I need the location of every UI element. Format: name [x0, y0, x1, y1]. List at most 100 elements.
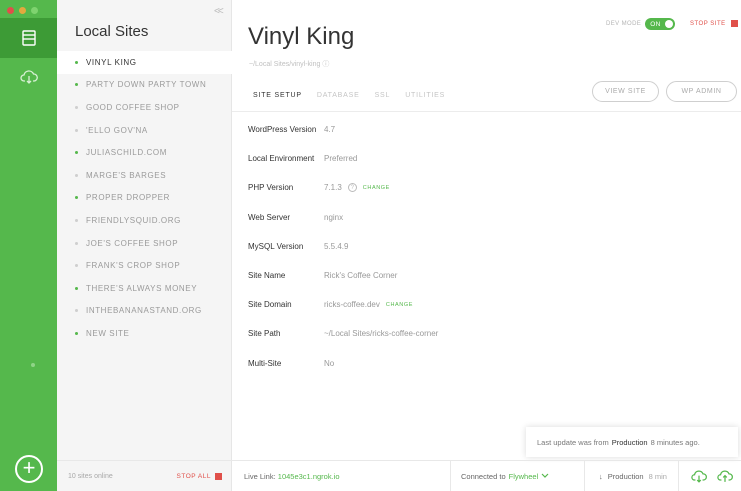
sidebar-site-item[interactable]: THERE'S ALWAYS MONEY [57, 277, 232, 300]
tab-ssl[interactable]: SSL [375, 92, 391, 99]
sidebar-site-item[interactable]: FRIENDLYSQUID.ORG [57, 209, 232, 232]
window-controls [7, 7, 38, 14]
add-site-button[interactable]: + [15, 455, 43, 483]
sidebar-site-item[interactable]: PROPER DROPPER [57, 187, 232, 210]
sidebar-site-item[interactable]: MARGE'S BARGES [57, 164, 232, 187]
site-item-label: GOOD COFFEE SHOP [86, 102, 180, 112]
sites-online-count: 10 sites online [68, 472, 113, 480]
site-status-dot [75, 60, 78, 64]
site-status-dot [75, 264, 78, 268]
sites-footer: 10 sites online STOP ALL [57, 460, 232, 491]
change-link[interactable]: CHANGE [363, 185, 390, 191]
sidebar-site-item[interactable]: 'ELLO GOV'NA [57, 119, 232, 142]
cloud-push-icon[interactable] [717, 470, 733, 483]
info-row: Site Name Rick's Coffee Corner [232, 261, 741, 290]
connection-status[interactable]: Connected to Flywheel [450, 461, 584, 491]
info-value-text: No [324, 358, 335, 368]
reveal-folder-icon[interactable]: ⓘ [322, 61, 329, 68]
info-value-text: nginx [324, 212, 344, 222]
site-item-label: FRANK'S CROP SHOP [86, 261, 181, 271]
site-item-label: 'ELLO GOV'NA [86, 125, 148, 135]
site-item-label: PROPER DROPPER [86, 193, 170, 203]
site-status-dot [75, 173, 78, 177]
site-item-label: THERE'S ALWAYS MONEY [86, 283, 198, 293]
site-item-label: JOE'S COFFEE SHOP [86, 238, 179, 248]
site-status-dot [75, 286, 78, 290]
info-value: nginx [324, 213, 343, 222]
info-row: Site Path ~/Local Sites/ricks-coffee-corn… [232, 319, 741, 348]
dev-mode-toggle[interactable]: ON [645, 18, 676, 30]
info-value-text: ~/Local Sites/ricks-coffee-corner [324, 329, 439, 339]
sidebar-site-item[interactable]: GOOD COFFEE SHOP [57, 96, 232, 119]
sites-nav-button[interactable] [0, 18, 57, 58]
site-item-label: VINYL KING [86, 57, 137, 67]
toast-prefix: Last update was from [537, 437, 609, 447]
site-status-dot [75, 331, 78, 335]
help-icon[interactable]: ? [347, 183, 357, 193]
status-bar: Live Link: 1045e3c1.ngrok.io Connected t… [232, 460, 741, 491]
site-path-text: ~/Local Sites/vinyl-king [249, 61, 321, 68]
toast-source: Production [611, 437, 648, 447]
sidebar-site-item[interactable]: NEW SITE [57, 322, 232, 345]
tab-utilities[interactable]: UTILITIES [405, 92, 445, 99]
sites-panel: << Local Sites VINYL KING PARTY DOWN PART… [57, 0, 232, 491]
sites-panel-title: Local Sites [75, 23, 149, 40]
info-label: WordPress Version [248, 125, 317, 135]
live-link: Live Link: 1045e3c1.ngrok.io [232, 472, 450, 481]
change-link[interactable]: CHANGE [386, 302, 413, 308]
tab-site-setup[interactable]: SITE SETUP [253, 92, 302, 99]
sidebar-site-item[interactable]: JOE'S COFFEE SHOP [57, 232, 232, 255]
site-status-dot [75, 218, 78, 222]
info-label: Site Path [248, 329, 281, 339]
info-value: No [324, 359, 334, 368]
rail-indicator-dot [31, 363, 35, 367]
sync-toast: Last update was from Production 8 minute… [526, 427, 738, 457]
wp-admin-button[interactable]: WP ADMIN [666, 81, 737, 102]
info-label: PHP Version [248, 183, 294, 193]
app-rail: + [0, 0, 57, 491]
sidebar-site-item[interactable]: PARTY DOWN PARTY TOWN [57, 74, 232, 97]
stop-all-button[interactable]: STOP ALL [176, 472, 222, 480]
sidebar-site-item[interactable]: JULIASCHILD.COM [57, 141, 232, 164]
site-status-dot [75, 196, 78, 200]
sidebar-site-item[interactable]: FRANK'S CROP SHOP [57, 254, 232, 277]
tab-database[interactable]: DATABASE [317, 92, 360, 99]
chevron-down-icon [541, 473, 549, 478]
site-info-table: WordPress Version 4.7 Local Environment Pre… [232, 115, 741, 378]
view-site-button[interactable]: VIEW SITE [592, 81, 659, 102]
info-label: Local Environment [248, 154, 315, 164]
info-label: MySQL Version [248, 241, 304, 251]
site-item-label: FRIENDLYSQUID.ORG [86, 215, 181, 225]
info-row: WordPress Version 4.7 [232, 115, 741, 144]
sidebar-site-item[interactable]: INTHEBANANASTAND.ORG [57, 300, 232, 323]
environment-status[interactable]: ↓ Production 8 min [584, 461, 678, 491]
dev-mode-label: DEV MODE [606, 21, 642, 27]
info-label: Web Server [248, 212, 291, 222]
live-link-url[interactable]: 1045e3c1.ngrok.io [278, 472, 340, 481]
info-row: Site Domain ricks-coffee.dev CHANGE [232, 290, 741, 319]
site-status-dot [75, 151, 78, 155]
connect-nav-button[interactable] [0, 63, 57, 91]
cloud-pull-icon[interactable] [691, 470, 707, 483]
site-list: VINYL KING PARTY DOWN PARTY TOWN GOOD COFF… [57, 51, 232, 345]
toast-suffix: 8 minutes ago. [650, 437, 700, 447]
info-value-text: ricks-coffee.dev [324, 300, 380, 310]
sync-actions [678, 461, 733, 491]
close-window-button[interactable] [7, 7, 14, 14]
info-row: MySQL Version 5.5.4.9 [232, 232, 741, 261]
site-status-dot [75, 128, 78, 132]
env-name: Production [607, 471, 644, 481]
minimize-window-button[interactable] [19, 7, 26, 14]
zoom-window-button[interactable] [31, 7, 38, 14]
stop-all-label: STOP ALL [176, 472, 211, 480]
toggle-knob [665, 20, 674, 28]
toggle-label: ON [650, 20, 661, 28]
env-time: 8 min [648, 471, 667, 481]
site-status-dot [75, 83, 78, 87]
info-label: Site Domain [248, 300, 292, 310]
site-path[interactable]: ~/Local Sites/vinyl-king ⓘ [249, 59, 329, 69]
stop-site-button[interactable]: STOP SITE [690, 20, 738, 27]
info-value-text: 7.1.3 [324, 183, 342, 193]
sidebar-site-item[interactable]: VINYL KING [57, 51, 232, 74]
collapse-panel-icon[interactable]: << [214, 6, 224, 17]
